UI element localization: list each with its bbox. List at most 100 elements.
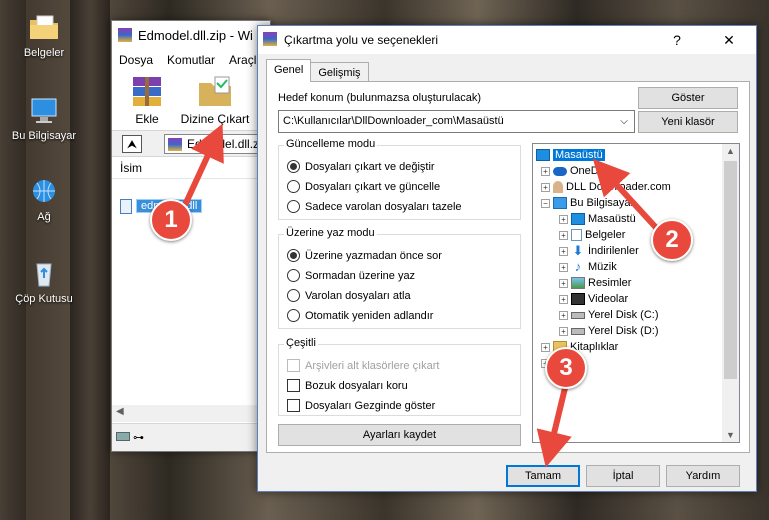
save-settings-button[interactable]: Ayarları kaydet: [278, 424, 521, 446]
misc-option-keep-broken[interactable]: Bozuk dosyaları koru: [287, 379, 408, 392]
menu-komutlar[interactable]: Komutlar: [167, 53, 215, 67]
close-button[interactable]: ✕: [706, 26, 752, 54]
winrar-add-icon: [133, 77, 161, 106]
expand-icon[interactable]: +: [559, 310, 568, 320]
tree-item-onedrive[interactable]: + OneDrive: [541, 163, 616, 179]
show-button[interactable]: Göster: [638, 87, 738, 109]
radio-unselected: [287, 180, 300, 193]
computer-icon: [27, 95, 61, 127]
expand-icon[interactable]: +: [559, 294, 568, 304]
expand-icon[interactable]: +: [559, 262, 568, 272]
overwrite-option-ask[interactable]: Üzerine yazmadan önce sor: [287, 249, 442, 262]
option-label: Sormadan üzerine yaz: [305, 269, 416, 282]
expand-icon[interactable]: +: [559, 278, 568, 288]
expand-icon[interactable]: +: [559, 230, 568, 240]
update-option-replace[interactable]: Dosyaları çıkart ve değiştir: [287, 160, 435, 173]
expand-icon[interactable]: +: [559, 326, 568, 336]
desktop-icon-computer[interactable]: Bu Bilgisayar: [8, 95, 80, 142]
desktop-icon-label: Ağ: [37, 211, 51, 223]
folder-tree[interactable]: Masaüstü + OneDrive + DLL Downloader.com…: [532, 143, 740, 443]
videos-icon: [571, 293, 585, 305]
overwrite-option-skip[interactable]: Varolan dosyaları atla: [287, 289, 411, 302]
dll-file-icon: [120, 198, 132, 214]
horizontal-scrollbar[interactable]: ◀: [112, 405, 270, 422]
computer-icon: [553, 197, 567, 209]
extraction-dialog: Çıkartma yolu ve seçenekleri ? ✕ Genel G…: [257, 25, 757, 492]
checkbox-disabled: [287, 359, 300, 372]
tree-vertical-scrollbar[interactable]: ▲ ▼: [722, 144, 739, 442]
checkbox: [287, 399, 300, 412]
winrar-app-icon: [118, 28, 132, 42]
up-folder-button[interactable]: ⮝: [122, 135, 142, 153]
winrar-titlebar[interactable]: Edmodel.dll.zip - Wi: [112, 21, 270, 49]
option-label: Dosyaları çıkart ve değiştir: [305, 160, 435, 173]
expand-icon[interactable]: +: [541, 166, 550, 176]
destination-path-value: C:\Kullanıcılar\DllDownloader_com\Masaüs…: [283, 115, 504, 127]
documents-icon: [571, 229, 582, 241]
help-title-button[interactable]: ?: [654, 26, 700, 54]
tree-item-videos[interactable]: + Videolar: [559, 291, 628, 307]
dialog-titlebar[interactable]: Çıkartma yolu ve seçenekleri ? ✕: [258, 26, 756, 54]
tree-item-this-pc[interactable]: − Bu Bilgisayar: [541, 195, 634, 211]
collapse-icon[interactable]: −: [541, 198, 550, 208]
new-folder-button[interactable]: Yeni klasör: [638, 111, 738, 133]
desktop-icon-recycle-bin[interactable]: Çöp Kutusu: [8, 258, 80, 305]
cancel-button[interactable]: İptal: [586, 465, 660, 487]
desktop-icon-label: Belgeler: [23, 47, 65, 59]
tree-item-pictures[interactable]: + Resimler: [559, 275, 631, 291]
tree-item-user[interactable]: + DLL Downloader.com: [541, 179, 671, 195]
desktop-icon-belgeler[interactable]: Belgeler: [8, 12, 80, 59]
tree-item-label: DLL Downloader.com: [566, 181, 671, 193]
tree-item-music[interactable]: + ♪ Müzik: [559, 259, 617, 275]
expand-icon[interactable]: +: [541, 342, 550, 352]
option-label: Bozuk dosyaları koru: [305, 379, 408, 392]
radio-unselected: [287, 289, 300, 302]
tree-item-pc-desktop[interactable]: + Masaüstü: [559, 211, 636, 227]
tree-item-label: Yerel Disk (D:): [588, 325, 659, 337]
tree-item-disk-c[interactable]: + Yerel Disk (C:): [559, 307, 659, 323]
extract-to-button[interactable]: Dizine Çıkart: [178, 75, 252, 126]
archive-path-field[interactable]: Edmodel.dll.zip: [164, 134, 270, 154]
radio-selected: [287, 249, 300, 262]
tree-item-disk-d[interactable]: + Yerel Disk (D:): [559, 323, 659, 339]
update-option-update[interactable]: Dosyaları çıkart ve güncelle: [287, 180, 440, 193]
tree-item-label: Masaüstü: [553, 149, 605, 161]
option-label: Arşivleri alt klasörlere çıkart: [305, 359, 440, 372]
misc-title: Çeşitli: [284, 337, 318, 349]
archive-icon: [168, 138, 182, 151]
overwrite-option-without-prompt[interactable]: Sormadan üzerine yaz: [287, 269, 415, 282]
expand-icon[interactable]: +: [559, 246, 568, 256]
expand-icon[interactable]: +: [541, 182, 550, 192]
destination-path-combo[interactable]: C:\Kullanıcılar\DllDownloader_com\Masaüs…: [278, 110, 635, 133]
help-button[interactable]: Yardım: [666, 465, 740, 487]
help-question-icon: ?: [673, 32, 681, 48]
expand-icon[interactable]: +: [559, 214, 568, 224]
tree-item-downloads[interactable]: + ⬇ İndirilenler: [559, 243, 639, 259]
scroll-thumb[interactable]: [724, 161, 737, 379]
checkbox: [287, 379, 300, 392]
tree-item-documents[interactable]: + Belgeler: [559, 227, 625, 243]
column-header-name[interactable]: İsim: [112, 157, 270, 179]
user-icon: [553, 181, 563, 193]
winrar-address-bar: ⮝ Edmodel.dll.zip: [112, 131, 270, 157]
tab-general[interactable]: Genel: [266, 59, 312, 82]
tree-item-label: Müzik: [588, 261, 617, 273]
tab-advanced[interactable]: Gelişmiş: [310, 62, 369, 82]
desktop-icon-label: Bu Bilgisayar: [11, 130, 77, 142]
add-button[interactable]: Ekle: [124, 75, 170, 126]
winrar-toolbar: Ekle Dizine Çıkart: [112, 71, 270, 131]
annotation-number-2: 2: [651, 219, 693, 261]
misc-option-show-in-explorer[interactable]: Dosyaları Gezginde göster: [287, 399, 435, 412]
tree-item-desktop[interactable]: Masaüstü: [536, 147, 605, 163]
misc-option-subfolders: Arşivleri alt klasörlere çıkart: [287, 359, 439, 372]
scroll-down-icon: ▼: [726, 430, 735, 440]
overwrite-option-rename[interactable]: Otomatik yeniden adlandır: [287, 309, 433, 322]
menu-dosya[interactable]: Dosya: [119, 53, 153, 67]
destination-label: Hedef konum (bulunmazsa oluşturulacak): [278, 92, 481, 104]
annotation-number-3: 3: [545, 347, 587, 389]
annotation-number-1: 1: [150, 199, 192, 241]
ok-button[interactable]: Tamam: [506, 465, 580, 487]
update-option-freshen[interactable]: Sadece varolan dosyaları tazele: [287, 200, 462, 213]
desktop-icon-network[interactable]: Ağ: [8, 176, 80, 223]
winrar-title: Edmodel.dll.zip - Wi: [138, 27, 253, 43]
